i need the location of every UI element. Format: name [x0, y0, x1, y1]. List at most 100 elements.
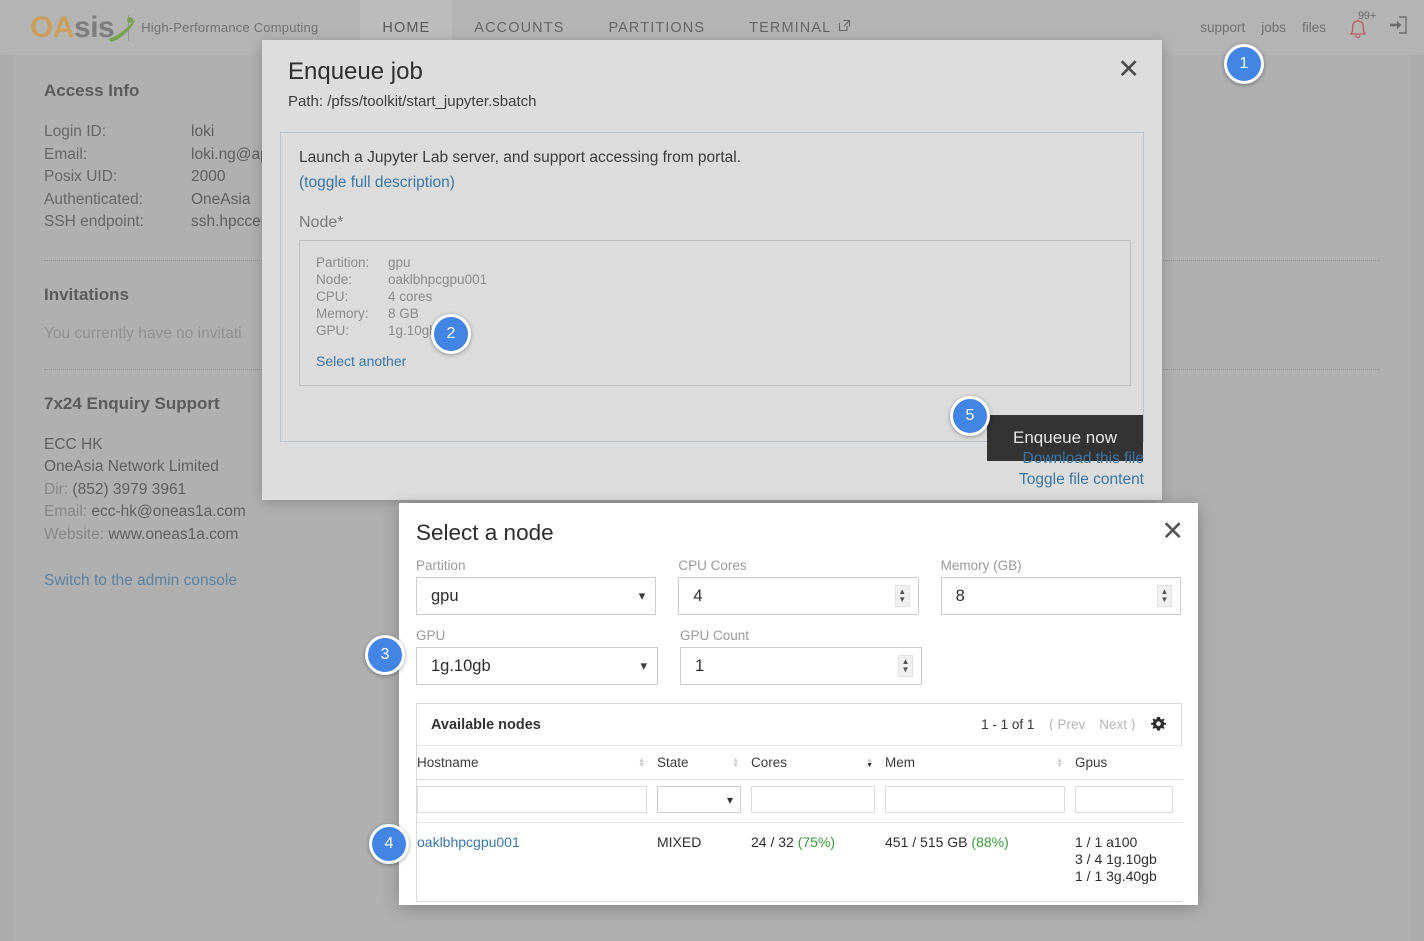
sort-icon-cores: ▲ ▼ [866, 756, 873, 769]
node-detail-node-value: oaklbhpcgpu001 [388, 272, 488, 287]
filter-fields-row-2: GPU 1g.10gb ▾ GPU Count 1 ▲ ▼ [416, 628, 1181, 685]
cell-state: MIXED [657, 822, 751, 901]
memory-stepper[interactable]: ▲ ▼ [1156, 585, 1172, 607]
app-root: OAsis High-Performance Computing HOME AC… [0, 0, 1424, 941]
column-header-mem-label: Mem [885, 755, 915, 770]
mem-value: 451 / 515 GB [885, 834, 968, 850]
table-header-row: Hostname ▲ ▼ State ▲ ▼ Cores ▲ ▼ Mem ▲ ▼… [417, 746, 1183, 780]
cores-percent: (75%) [797, 834, 836, 850]
filter-input-cores[interactable] [751, 786, 875, 813]
filter-cell-cores [751, 779, 885, 823]
settings-button[interactable] [1150, 716, 1167, 733]
gpu-line-1: 1 / 1 a100 [1075, 834, 1138, 850]
column-header-state[interactable]: State ▲ ▼ [657, 746, 751, 780]
stepper-down-icon: ▼ [901, 665, 910, 674]
gear-icon [1151, 717, 1166, 731]
cpu-cores-value: 4 [693, 586, 703, 605]
chevron-down-icon: ▾ [726, 792, 733, 807]
filter-cell-state: ▾ [657, 779, 751, 823]
node-detail-gpu-key: GPU: [316, 323, 350, 338]
filter-cell-mem [885, 779, 1075, 823]
filter-input-mem[interactable] [885, 786, 1065, 813]
cpu-cores-input[interactable]: 4 ▲ ▼ [678, 577, 919, 615]
node-detail-partition: Partition: gpu [316, 254, 1114, 271]
annotation-badge-4: 4 [369, 824, 409, 864]
node-detail-partition-key: Partition: [316, 255, 370, 270]
sort-icon-state: ▲ ▼ [732, 756, 739, 769]
enqueue-modal-path: Path: /pfss/toolkit/start_jupyter.sbatch [288, 93, 537, 110]
filter-input-gpus[interactable] [1075, 786, 1173, 813]
partition-value: gpu [431, 586, 459, 605]
gpu-select[interactable]: 1g.10gb ▾ [416, 647, 658, 685]
node-field-label: Node* [299, 214, 344, 231]
select-node-modal-header: Select a node ✕ Partition gpu ▾ CPU Core… [399, 503, 1198, 685]
sort-icon-mem: ▲ ▼ [1056, 756, 1063, 769]
table-row[interactable]: oaklbhpcgpu001 MIXED 24 / 32 (75%) 451 /… [417, 822, 1183, 901]
job-description: Launch a Jupyter Lab server, and support… [299, 149, 741, 166]
column-header-gpus-label: Gpus [1075, 755, 1108, 770]
chevron-down-icon: ▾ [640, 658, 647, 673]
stepper-down-icon: ▼ [898, 595, 907, 604]
cores-value: 24 / 32 [751, 834, 794, 850]
column-header-cores-label: Cores [751, 755, 788, 770]
cpu-cores-label: CPU Cores [678, 558, 747, 573]
column-header-gpus[interactable]: Gpus [1075, 746, 1183, 780]
stepper-down-icon: ▼ [1160, 595, 1169, 604]
memory-value: 8 [955, 586, 965, 605]
cell-gpus: 1 / 1 a100 3 / 4 1g.10gb 1 / 1 3g.40gb [1075, 822, 1183, 901]
toggle-full-description-link[interactable]: (toggle full description) [299, 174, 1125, 192]
next-page-button[interactable]: Next ⟩ [1099, 717, 1136, 733]
filter-input-hostname[interactable] [417, 786, 647, 813]
annotation-badge-3: 3 [365, 635, 405, 675]
download-file-link[interactable]: Download this file [1019, 448, 1144, 469]
pagination-count: 1 - 1 of 1 [981, 717, 1035, 732]
node-detail-node-key: Node: [316, 272, 353, 287]
column-header-hostname[interactable]: Hostname ▲ ▼ [417, 746, 657, 780]
sort-icon-hostname: ▲ ▼ [638, 756, 645, 769]
filter-select-state[interactable]: ▾ [657, 786, 741, 813]
gpu-field: GPU 1g.10gb ▾ [416, 628, 658, 685]
available-nodes-panel: Available nodes 1 - 1 of 1 ⟨ Prev Next ⟩ [416, 703, 1183, 902]
select-node-modal-title: Select a node [416, 520, 554, 545]
select-node-modal: Select a node ✕ Partition gpu ▾ CPU Core… [399, 503, 1198, 905]
filter-cell-gpus [1075, 779, 1183, 823]
node-detail-cpu-value: 4 cores [388, 289, 433, 304]
partition-select[interactable]: gpu ▾ [416, 577, 657, 615]
cell-mem: 451 / 515 GB (88%) [885, 822, 1075, 901]
node-hostname-link[interactable]: oaklbhpcgpu001 [417, 834, 520, 850]
column-header-mem[interactable]: Mem ▲ ▼ [885, 746, 1075, 780]
mem-percent: (88%) [971, 834, 1009, 850]
prev-page-label: Prev [1057, 716, 1086, 732]
memory-input[interactable]: 8 ▲ ▼ [940, 577, 1181, 615]
node-detail-memory-value: 8 GB [388, 306, 419, 321]
node-summary-box: Partition: gpu Node: oaklbhpcgpu001 CPU:… [299, 240, 1131, 386]
partition-label: Partition [416, 558, 466, 573]
column-header-hostname-label: Hostname [417, 755, 479, 770]
table-filter-row: ▾ [417, 779, 1183, 823]
gpu-line-3: 1 / 1 3g.40gb [1075, 868, 1157, 884]
gpu-count-value: 1 [695, 656, 705, 675]
filter-cell-hostname [417, 779, 657, 823]
filter-fields-row-1: Partition gpu ▾ CPU Cores 4 ▲ ▼ Memory (G… [416, 558, 1181, 615]
column-header-cores[interactable]: Cores ▲ ▼ [751, 746, 885, 780]
enqueue-modal-title: Enqueue job [288, 58, 423, 85]
node-detail-cpu: CPU: 4 cores [316, 288, 1114, 305]
annotation-badge-2: 2 [431, 314, 471, 354]
annotation-badge-5: 5 [950, 396, 990, 436]
node-detail-partition-value: gpu [388, 255, 411, 270]
gpu-count-input[interactable]: 1 ▲ ▼ [680, 647, 922, 685]
column-header-state-label: State [657, 755, 689, 770]
gpu-count-stepper[interactable]: ▲ ▼ [898, 655, 913, 677]
cell-hostname: oaklbhpcgpu001 [417, 822, 657, 901]
close-icon[interactable]: ✕ [1161, 518, 1184, 545]
available-nodes-toolbar: 1 - 1 of 1 ⟨ Prev Next ⟩ [981, 716, 1167, 733]
select-another-node-link[interactable]: Select another [316, 353, 406, 369]
cell-cores: 24 / 32 (75%) [751, 822, 885, 901]
gpu-line-2: 3 / 4 1g.10gb [1075, 851, 1157, 867]
available-nodes-title: Available nodes [431, 716, 541, 733]
toggle-file-content-link[interactable]: Toggle file content [1019, 469, 1144, 490]
close-icon[interactable]: ✕ [1117, 56, 1140, 83]
cpu-cores-stepper[interactable]: ▲ ▼ [894, 585, 910, 607]
prev-page-button[interactable]: ⟨ Prev [1048, 717, 1085, 733]
node-detail-cpu-key: CPU: [316, 289, 349, 304]
